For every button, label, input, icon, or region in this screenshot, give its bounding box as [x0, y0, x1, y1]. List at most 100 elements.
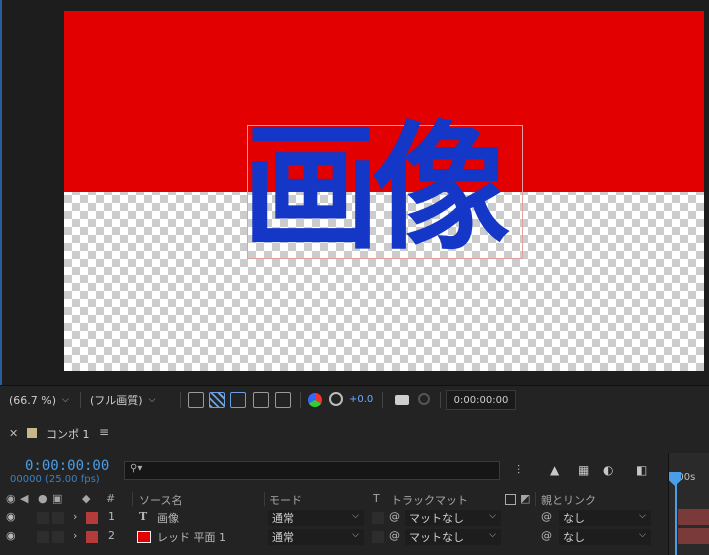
chevron-down-icon: ⌵ — [489, 530, 496, 540]
label-tag-icon[interactable]: ◆ — [82, 492, 90, 505]
layer-name[interactable]: レッド 平面 1 — [157, 529, 226, 545]
timeline-tab-row: ✕ コンポ 1 ≡ — [0, 413, 709, 453]
column-divider — [132, 492, 133, 506]
chevron-down-icon: ⌵ — [639, 511, 646, 521]
chevron-down-icon: ⌵ — [148, 395, 156, 405]
zoom-dropdown[interactable]: (66.7 %) ⌵ — [9, 390, 71, 410]
speaker-icon[interactable]: ◀ — [20, 492, 28, 505]
eye-icon[interactable]: ◉ — [6, 492, 16, 505]
toolbar-divider — [80, 392, 81, 408]
column-t-header: T — [373, 492, 380, 505]
matte-value: マットなし — [409, 531, 464, 544]
eye-icon[interactable]: ◉ — [6, 510, 16, 523]
shy-layers-icon[interactable]: ▦ — [578, 463, 589, 477]
lock-icon[interactable]: ▣ — [52, 492, 62, 505]
search-icon: ⚲▾ — [130, 463, 143, 474]
resolution-label: (フル画質) — [90, 394, 143, 407]
expand-arrow-icon[interactable]: › — [73, 510, 77, 523]
fast-preview-icon[interactable] — [188, 392, 204, 408]
viewer-toolbar: (66.7 %) ⌵ (フル画質) ⌵ +0.0 0:00:00:00 — [0, 385, 709, 414]
frame-readout: 00000 (25.00 fps) — [10, 474, 100, 485]
text-layer-icon: T — [139, 510, 148, 523]
layer-duration-bar[interactable] — [678, 509, 709, 525]
matte-value: マットなし — [409, 512, 464, 525]
composition-swatch — [27, 428, 37, 438]
grid-guides-icon[interactable] — [275, 392, 291, 408]
close-icon[interactable]: ✕ — [9, 427, 18, 440]
expand-arrow-icon[interactable]: › — [73, 529, 77, 542]
chevron-down-icon: ⌵ — [352, 511, 359, 521]
eye-icon[interactable]: ◉ — [6, 529, 16, 542]
column-number-header: # — [106, 492, 116, 505]
lock-switch[interactable] — [52, 512, 64, 524]
composition-canvas[interactable]: 画像 — [64, 11, 704, 371]
exposure-reset-icon[interactable] — [329, 392, 343, 406]
column-mode-header[interactable]: モード — [269, 492, 302, 508]
composition-viewer[interactable]: 画像 — [0, 0, 709, 385]
exposure-value[interactable]: +0.0 — [349, 394, 373, 405]
invert-matte-icon: ◩ — [520, 492, 531, 505]
graph-editor-icon[interactable]: ◧ — [636, 463, 647, 477]
pickwhip-icon[interactable]: @ — [541, 510, 552, 523]
track-matte-dropdown[interactable]: マットなし ⌵ — [405, 510, 501, 526]
layer-row[interactable]: ◉ › 2 レッド 平面 1 通常 ⌵ @ マットなし ⌵ @ なし ⌵ — [0, 528, 668, 546]
column-divider — [535, 492, 536, 506]
resolution-dropdown[interactable]: (フル画質) ⌵ — [90, 390, 172, 410]
mode-dropdown[interactable]: 通常 ⌵ — [268, 510, 364, 526]
chevron-down-icon: ⌵ — [489, 511, 496, 521]
column-divider — [264, 492, 265, 506]
preserve-transparency-switch[interactable] — [372, 512, 384, 524]
toolbar-divider — [382, 392, 383, 408]
playhead-line — [675, 475, 677, 555]
track-matte-dropdown[interactable]: マットなし ⌵ — [405, 529, 501, 545]
layer-column-headers: ◉ ◀ ● ▣ ◆ # ソース名 モード T トラックマット ◩ 親とリンク — [0, 490, 668, 508]
timeline-panel: ✕ コンポ 1 ≡ 0:00:00:00 00000 (25.00 fps) ⚲… — [0, 413, 709, 555]
composition-flowchart-icon[interactable]: ⫶ — [517, 463, 520, 478]
transparency-grid-icon[interactable] — [209, 392, 225, 408]
chevron-down-icon: ⌵ — [352, 530, 359, 540]
solo-icon[interactable]: ● — [38, 492, 48, 505]
layer-label-color[interactable] — [86, 512, 98, 524]
show-snapshot-icon[interactable] — [418, 393, 430, 405]
chevron-down-icon: ⌵ — [62, 395, 69, 405]
pickwhip-icon[interactable]: @ — [389, 510, 400, 523]
text-layer[interactable]: 画像 — [242, 109, 542, 269]
layer-name[interactable]: 画像 — [157, 510, 179, 526]
solo-switch[interactable] — [37, 531, 49, 543]
layer-number: 2 — [108, 529, 115, 542]
column-parent-header[interactable]: 親とリンク — [541, 492, 596, 508]
mode-dropdown[interactable]: 通常 ⌵ — [268, 529, 364, 545]
frame-blending-icon[interactable]: ◐ — [603, 463, 613, 477]
camera-icon[interactable] — [395, 395, 409, 405]
solo-switch[interactable] — [37, 512, 49, 524]
parent-value: なし — [563, 512, 585, 525]
lock-switch[interactable] — [52, 531, 64, 543]
tab-composition[interactable]: コンポ 1 — [46, 426, 90, 442]
column-source-name-header[interactable]: ソース名 — [139, 492, 182, 508]
search-input[interactable] — [124, 461, 500, 480]
solid-layer-icon — [137, 531, 151, 543]
toolbar-divider — [300, 392, 301, 408]
menu-icon[interactable]: ≡ — [99, 425, 109, 439]
column-track-matte-header[interactable]: トラックマット — [391, 492, 468, 508]
parent-dropdown[interactable]: なし ⌵ — [559, 510, 651, 526]
layer-number: 1 — [108, 510, 115, 523]
pickwhip-icon[interactable]: @ — [541, 529, 552, 542]
parent-dropdown[interactable]: なし ⌵ — [559, 529, 651, 545]
toolbar-divider — [180, 392, 181, 408]
mode-value: 通常 — [272, 531, 294, 544]
current-time-display[interactable]: 0:00:00:00 — [25, 458, 109, 474]
color-channels-icon[interactable] — [308, 393, 322, 407]
layer-label-color[interactable] — [86, 531, 98, 543]
pickwhip-icon[interactable]: @ — [389, 529, 400, 542]
layer-duration-bar[interactable] — [678, 528, 709, 544]
preserve-transparency-switch[interactable] — [372, 531, 384, 543]
mode-value: 通常 — [272, 512, 294, 525]
title-safe-icon[interactable] — [253, 392, 269, 408]
alpha-matte-icon — [505, 494, 516, 505]
zoom-label: (66.7 %) — [9, 393, 57, 407]
mask-path-icon[interactable] — [230, 392, 246, 408]
layer-row[interactable]: ◉ › 1 T 画像 通常 ⌵ @ マットなし ⌵ @ なし ⌵ — [0, 509, 668, 527]
viewer-timecode[interactable]: 0:00:00:00 — [446, 390, 516, 410]
draft-3d-icon[interactable]: ▲ — [550, 463, 559, 477]
